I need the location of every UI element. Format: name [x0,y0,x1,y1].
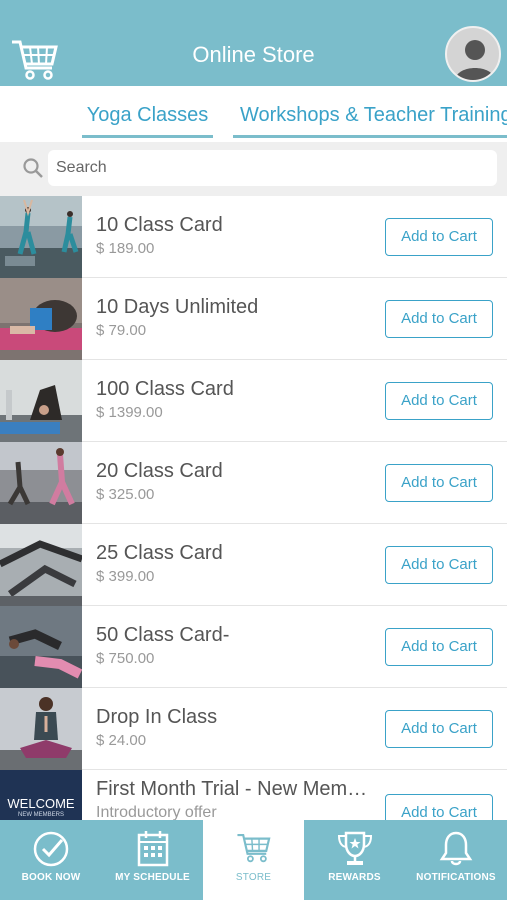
product-list: 10 Class Card $ 189.00 Add to Cart 10 Da… [0,196,507,820]
product-name: 50 Class Card- [96,624,230,646]
product-name: 10 Days Unlimited [96,296,259,318]
list-item[interactable]: 50 Class Card- $ 750.00 Add to Cart [0,606,507,688]
product-name: 25 Class Card [96,542,223,564]
product-price: $ 325.00 [96,486,155,503]
page-title: Online Store [192,42,315,67]
thumbnail-subtext: NEW MEMBERS [17,812,64,818]
add-to-cart-button[interactable]: Add to Cart [385,218,493,256]
cart-icon [236,833,270,863]
product-thumbnail [0,196,82,278]
search-input[interactable] [48,150,497,186]
search-icon [23,158,43,178]
list-item[interactable]: 10 Class Card $ 189.00 Add to Cart [0,196,507,278]
product-price: Introductory offer [96,804,217,820]
user-avatar-icon[interactable] [445,26,501,82]
product-price: $ 79.00 [96,322,147,339]
list-item[interactable]: 20 Class Card $ 325.00 Add to Cart [0,442,507,524]
product-price: $ 399.00 [96,568,155,585]
search-bar [0,142,507,196]
nav-label: STORE [235,872,272,883]
product-price: $ 189.00 [96,240,155,257]
product-thumbnail [0,360,82,442]
product-thumbnail [0,606,82,688]
nav-store[interactable]: STORE [203,820,304,900]
thumbnail-welcome-text: WELCOME [7,796,75,811]
bell-icon [439,831,473,866]
product-price: $ 750.00 [96,650,155,667]
nav-label: BOOK NOW [21,872,81,883]
nav-my-schedule[interactable]: MY SCHEDULE [102,820,203,900]
list-item[interactable]: 10 Days Unlimited $ 79.00 Add to Cart [0,278,507,360]
product-thumbnail: WELCOME NEW MEMBERS [0,770,82,820]
list-item[interactable]: WELCOME NEW MEMBERS First Month Trial - … [0,770,507,820]
calendar-icon [137,831,168,867]
add-to-cart-button[interactable]: Add to Cart [385,464,493,502]
product-thumbnail [0,442,82,524]
list-item[interactable]: Drop In Class $ 24.00 Add to Cart [0,688,507,770]
bottom-navigation: BOOK NOW MY SCHEDULE STORE REWARDS NOTIF… [0,820,507,900]
add-to-cart-button[interactable]: Add to Cart [385,546,493,584]
add-to-cart-button[interactable]: Add to Cart [385,300,493,338]
product-thumbnail [0,688,82,770]
nav-book-now[interactable]: BOOK NOW [0,820,102,900]
product-thumbnail [0,524,82,606]
product-name: 20 Class Card [96,460,223,482]
category-tabs: Yoga Classes Workshops & Teacher Trainin… [0,86,507,142]
nav-notifications[interactable]: NOTIFICATIONS [405,820,507,900]
nav-label: NOTIFICATIONS [416,872,496,883]
add-to-cart-button[interactable]: Add to Cart [385,710,493,748]
add-to-cart-button[interactable]: Add to Cart [385,382,493,420]
add-to-cart-button[interactable]: Add to Cart [385,628,493,666]
app-header: Online Store [0,0,507,86]
list-item[interactable]: 25 Class Card $ 399.00 Add to Cart [0,524,507,606]
product-price: $ 24.00 [96,732,147,749]
product-thumbnail [0,278,82,360]
list-item[interactable]: 100 Class Card $ 1399.00 Add to Cart [0,360,507,442]
product-name: 10 Class Card [96,214,223,236]
product-price: $ 1399.00 [96,404,163,421]
product-name: First Month Trial - New Members [96,778,378,800]
nav-label: REWARDS [328,872,381,883]
trophy-icon [337,831,372,865]
tab-workshops-teacher-training[interactable]: Workshops & Teacher Training [233,104,507,138]
add-to-cart-button[interactable]: Add to Cart [385,794,493,820]
product-name: 100 Class Card [96,378,234,400]
product-name: Drop In Class [96,706,218,728]
tab-yoga-classes[interactable]: Yoga Classes [82,104,213,138]
nav-label: MY SCHEDULE [115,872,190,883]
nav-rewards[interactable]: REWARDS [304,820,405,900]
check-circle-icon [33,831,69,867]
